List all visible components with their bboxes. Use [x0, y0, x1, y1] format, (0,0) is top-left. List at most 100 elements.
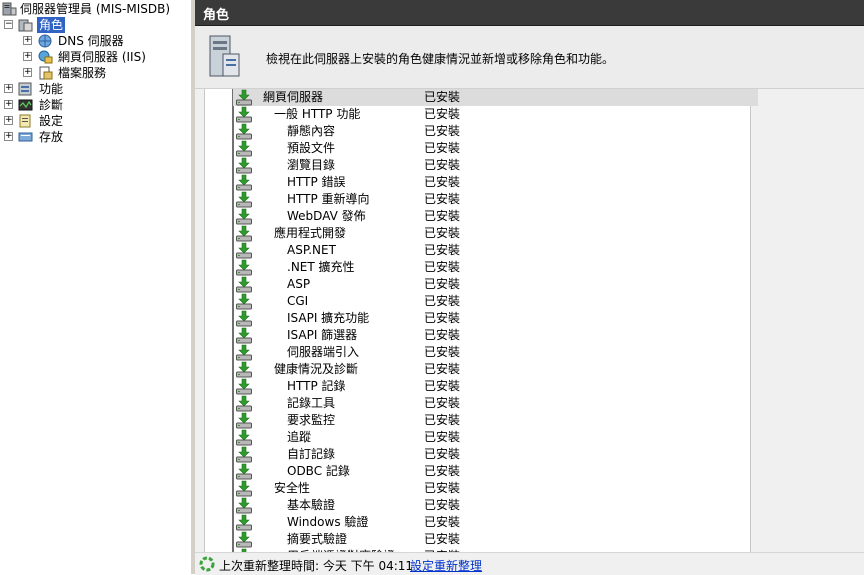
installed-status-icon: [236, 174, 252, 191]
installed-status-icon: [236, 480, 252, 497]
role-service-status: 已安裝: [424, 532, 461, 546]
installed-status-icon: [236, 463, 252, 480]
installed-status-icon: [236, 497, 252, 514]
tree-item-label: DNS 伺服器: [58, 34, 124, 48]
role-service-row[interactable]: 基本驗證 已安裝: [233, 497, 758, 514]
role-service-row[interactable]: ISAPI 篩選器 已安裝: [233, 327, 758, 344]
role-service-row[interactable]: 摘要式驗證 已安裝: [233, 531, 758, 548]
tree-item-web-server-iis[interactable]: + 網頁伺服器 (IIS): [0, 49, 191, 65]
expand-icon[interactable]: +: [23, 68, 32, 77]
role-service-name: Windows 驗證: [287, 515, 369, 529]
role-service-status: 已安裝: [424, 413, 461, 427]
expand-icon[interactable]: +: [4, 116, 13, 125]
installed-status-icon: [236, 412, 252, 429]
tree-item-configuration[interactable]: + 設定: [0, 113, 191, 129]
role-service-row[interactable]: ISAPI 擴充功能 已安裝: [233, 310, 758, 327]
installed-status-icon: [236, 208, 252, 225]
roles-summary-banner: 檢視在此伺服器上安裝的角色健康情況並新增或移除角色和功能。: [195, 26, 864, 89]
role-service-name: ASP.NET: [287, 243, 336, 257]
refresh-icon: [199, 556, 215, 572]
installed-status-icon: [236, 293, 252, 310]
role-service-row[interactable]: 健康情況及診斷 已安裝: [233, 361, 758, 378]
installed-status-icon: [236, 225, 252, 242]
tree-item-diagnostics[interactable]: + 診斷: [0, 97, 191, 113]
role-service-row[interactable]: 網頁伺服器 已安裝: [233, 89, 758, 106]
role-service-row[interactable]: ASP.NET 已安裝: [233, 242, 758, 259]
role-service-row[interactable]: 記錄工具 已安裝: [233, 395, 758, 412]
role-service-name: 記錄工具: [287, 396, 336, 410]
console-tree: 伺服器管理員 (MIS-MISDB) − 角色 + DNS 伺服器 + 網頁伺服…: [0, 0, 192, 574]
role-service-name: ISAPI 擴充功能: [287, 311, 370, 325]
role-service-row[interactable]: WebDAV 發佈 已安裝: [233, 208, 758, 225]
collapse-icon[interactable]: −: [4, 20, 13, 29]
expand-icon[interactable]: +: [23, 36, 32, 45]
role-service-row[interactable]: 安全性 已安裝: [233, 480, 758, 497]
role-service-name: 應用程式開發: [274, 226, 347, 240]
installed-status-icon: [236, 123, 252, 140]
tree-item-label: 伺服器管理員 (MIS-MISDB): [20, 2, 171, 16]
role-service-row[interactable]: ODBC 記錄 已安裝: [233, 463, 758, 480]
role-service-status: 已安裝: [424, 311, 461, 325]
tree-item-dns-server[interactable]: + DNS 伺服器: [0, 33, 191, 49]
role-service-status: 已安裝: [424, 362, 461, 376]
expand-icon[interactable]: +: [23, 52, 32, 61]
role-service-name: .NET 擴充性: [287, 260, 355, 274]
role-service-name: 要求監控: [287, 413, 336, 427]
role-service-name: 瀏覽目錄: [287, 158, 336, 172]
role-service-name: 靜態內容: [287, 124, 336, 138]
status-bar: 上次重新整理時間: 今天 下午 04:11 設定重新整理: [195, 552, 864, 575]
role-service-row[interactable]: 靜態內容 已安裝: [233, 123, 758, 140]
role-service-status: 已安裝: [424, 430, 461, 444]
role-services-list: 網頁伺服器 已安裝 一般 HTTP 功能 已安裝 靜態內容 已安裝 預設文件 已安裝 瀏覽目錄已…: [204, 89, 758, 552]
main-header: 角色: [195, 0, 864, 26]
configure-refresh-link[interactable]: 設定重新整理: [410, 557, 482, 574]
installed-status-icon: [236, 310, 252, 327]
role-service-status: 已安裝: [424, 209, 461, 223]
role-service-name: HTTP 錯誤: [287, 175, 346, 189]
page-title: 角色: [203, 8, 230, 23]
installed-status-icon: [236, 344, 252, 361]
installed-status-icon: [236, 191, 252, 208]
role-service-status: 已安裝: [424, 158, 461, 172]
tree-item-server-manager[interactable]: 伺服器管理員 (MIS-MISDB): [0, 1, 191, 17]
role-service-row[interactable]: .NET 擴充性 已安裝: [233, 259, 758, 276]
expand-icon[interactable]: +: [4, 100, 13, 109]
role-service-status: 已安裝: [424, 226, 461, 240]
role-service-row[interactable]: 應用程式開發 已安裝: [233, 225, 758, 242]
tree-item-label: 存放: [39, 130, 64, 144]
tree-item-roles[interactable]: − 角色: [0, 17, 191, 33]
tree-item-file-services[interactable]: + 檔案服務: [0, 65, 191, 81]
tree-item-label: 角色: [37, 17, 66, 33]
role-service-name: ODBC 記錄: [287, 464, 350, 478]
role-service-row[interactable]: ASP 已安裝: [233, 276, 758, 293]
iis-icon: [38, 50, 53, 64]
tree-item-features[interactable]: + 功能: [0, 81, 191, 97]
dns-server-icon: [38, 34, 52, 48]
installed-status-icon: [236, 259, 252, 276]
role-service-name: WebDAV 發佈: [287, 209, 366, 223]
installed-status-icon: [236, 446, 252, 463]
role-service-row[interactable]: HTTP 重新導向 已安裝: [233, 191, 758, 208]
expand-icon[interactable]: +: [4, 132, 13, 141]
role-service-row[interactable]: 追蹤 已安裝: [233, 429, 758, 446]
expand-icon[interactable]: +: [4, 84, 13, 93]
role-service-row[interactable]: 一般 HTTP 功能 已安裝: [233, 106, 758, 123]
installed-status-icon: [236, 242, 252, 259]
role-service-row[interactable]: HTTP 錯誤 已安裝: [233, 174, 758, 191]
configuration-icon: [19, 114, 31, 128]
role-service-row[interactable]: HTTP 記錄 已安裝: [233, 378, 758, 395]
role-service-name: 自訂記錄: [287, 447, 336, 461]
installed-status-icon: [236, 395, 252, 412]
role-service-row[interactable]: 預設文件 已安裝: [233, 140, 758, 157]
role-service-status: 已安裝: [424, 447, 461, 461]
role-service-row[interactable]: 自訂記錄 已安裝: [233, 446, 758, 463]
role-service-row[interactable]: 要求監控 已安裝: [233, 412, 758, 429]
role-service-row[interactable]: 瀏覽目錄 已安裝: [233, 157, 758, 174]
role-service-name: ASP: [287, 277, 311, 291]
role-service-name: 一般 HTTP 功能: [274, 107, 361, 121]
role-service-row[interactable]: CGI 已安裝: [233, 293, 758, 310]
role-service-row[interactable]: Windows 驗證 已安裝: [233, 514, 758, 531]
tree-item-storage[interactable]: + 存放: [0, 129, 191, 145]
tree-item-label: 檔案服務: [58, 66, 107, 80]
role-service-row[interactable]: 伺服器端引入 已安裝: [233, 344, 758, 361]
